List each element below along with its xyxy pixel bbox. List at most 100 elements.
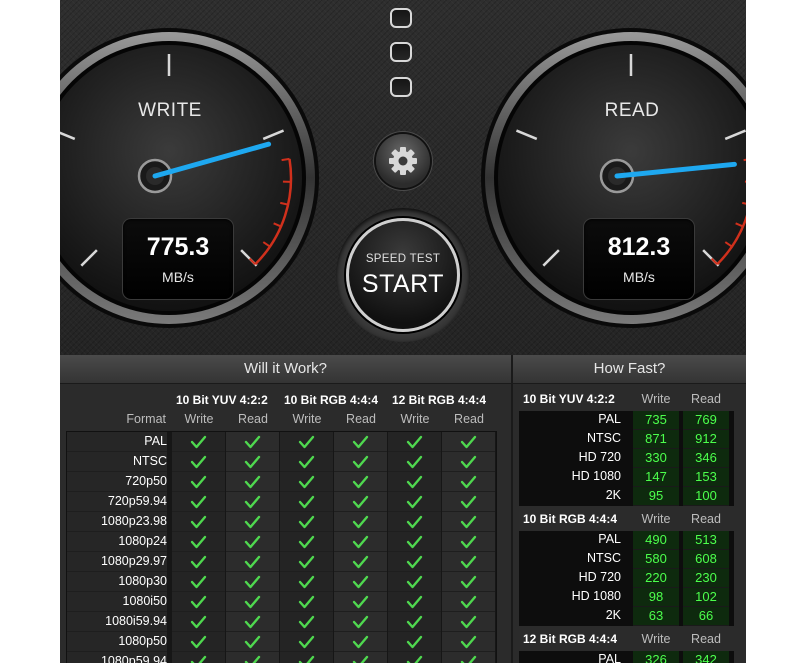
work-result-cell	[334, 492, 387, 512]
checkmark-icon	[298, 435, 315, 449]
work-result-cell	[280, 652, 333, 663]
checkmark-icon	[352, 475, 369, 489]
work-table-row: 1080i50	[67, 592, 496, 612]
work-result-cell	[442, 472, 495, 492]
will-it-work-panel: Will it Work? 10 Bit YUV 4:2:2 Write Read 1…	[60, 355, 511, 663]
work-result-cell	[442, 612, 495, 632]
work-result-cell	[280, 552, 333, 572]
work-result-cell	[442, 512, 495, 532]
checkmark-icon	[352, 535, 369, 549]
work-result-cell	[280, 512, 333, 532]
work-result-cell	[280, 472, 333, 492]
checkmark-icon	[244, 475, 261, 489]
work-result-cell	[334, 432, 387, 452]
how-fast-panel: How Fast? 10 Bit YUV 4:2:2 Write Read PAL 73…	[513, 355, 746, 663]
fast-format-label: NTSC	[586, 431, 621, 445]
work-result-cell	[280, 452, 333, 472]
work-format-label: 720p59.94	[67, 492, 167, 512]
checkmark-icon	[190, 655, 207, 663]
checkmark-icon	[406, 435, 423, 449]
work-read-column-header: Read	[454, 412, 484, 426]
checkmark-icon	[190, 555, 207, 569]
work-result-cell	[388, 472, 441, 492]
fast-write-value: 580	[633, 550, 679, 569]
checkmark-icon	[460, 615, 477, 629]
fast-write-value: 490	[633, 531, 679, 550]
fast-table-row: HD 1080 147 153	[513, 468, 746, 487]
work-result-cell	[388, 572, 441, 592]
work-result-cell	[388, 432, 441, 452]
work-group-header: 10 Bit YUV 4:2:2	[176, 393, 268, 407]
work-result-cell	[334, 512, 387, 532]
fast-table-row: PAL 735 769	[513, 411, 746, 430]
how-fast-title: How Fast?	[513, 355, 746, 384]
fast-format-label: PAL	[598, 532, 621, 546]
checkmark-icon	[298, 615, 315, 629]
checkmark-icon	[244, 555, 261, 569]
fast-format-label: 2K	[605, 608, 621, 622]
work-format-label: 1080p30	[67, 572, 167, 592]
checkmark-icon	[460, 515, 477, 529]
fast-group-header: 12 Bit RGB 4:4:4	[523, 632, 618, 646]
read-speed-unit: MB/s	[623, 269, 655, 285]
checkmark-icon	[298, 455, 315, 469]
work-result-cell	[442, 552, 495, 572]
work-result-cell	[226, 432, 279, 452]
results-area: Will it Work? 10 Bit YUV 4:2:2 Write Read 1…	[60, 355, 746, 663]
work-result-cell	[280, 632, 333, 652]
checkmark-icon	[190, 515, 207, 529]
fast-write-value: 98	[633, 588, 679, 607]
checkmark-icon	[460, 595, 477, 609]
work-table-row: 1080p23.98	[67, 512, 496, 532]
fast-read-value: 513	[683, 531, 729, 550]
status-indicator-1	[390, 8, 412, 28]
work-result-cell	[172, 452, 225, 472]
checkmark-icon	[298, 515, 315, 529]
work-table-row: 720p50	[67, 472, 496, 492]
work-format-label: NTSC	[67, 452, 167, 472]
checkmark-icon	[190, 535, 207, 549]
disk-speed-test-window: WRITE 775.3 MB/s READ 812.3 MB/s SPEED T…	[60, 0, 746, 663]
work-result-cell	[442, 432, 495, 452]
work-read-column-header: Read	[238, 412, 268, 426]
work-result-cell	[442, 452, 495, 472]
checkmark-icon	[244, 435, 261, 449]
work-table-row: 720p59.94	[67, 492, 496, 512]
fast-read-value: 153	[683, 468, 729, 487]
work-result-cell	[226, 612, 279, 632]
fast-read-column-header: Read	[691, 632, 721, 646]
read-redline-tick	[743, 158, 746, 162]
checkmark-icon	[352, 635, 369, 649]
checkmark-icon	[406, 515, 423, 529]
settings-button[interactable]	[376, 134, 430, 188]
work-write-column-header: Write	[292, 412, 322, 426]
work-result-cell	[280, 432, 333, 452]
work-result-cell	[388, 592, 441, 612]
work-result-cell	[226, 512, 279, 532]
work-result-cell	[280, 532, 333, 552]
checkmark-icon	[406, 615, 423, 629]
work-table-row: PAL	[67, 432, 496, 452]
work-result-cell	[334, 612, 387, 632]
checkmark-icon	[460, 655, 477, 663]
fast-format-label: PAL	[598, 412, 621, 426]
fast-format-label: PAL	[598, 652, 621, 663]
checkmark-icon	[190, 475, 207, 489]
fast-write-value: 735	[633, 411, 679, 430]
work-result-cell	[388, 612, 441, 632]
work-result-cell	[172, 592, 225, 612]
work-result-cell	[334, 552, 387, 572]
work-result-cell	[388, 452, 441, 472]
work-result-cell	[226, 452, 279, 472]
work-result-cell	[172, 652, 225, 663]
start-button[interactable]: SPEED TEST START	[346, 218, 460, 332]
checkmark-icon	[460, 455, 477, 469]
work-group-header: 10 Bit RGB 4:4:4	[284, 393, 379, 407]
checkmark-icon	[406, 455, 423, 469]
work-result-cell	[226, 632, 279, 652]
work-table-row: 1080p29.97	[67, 552, 496, 572]
fast-read-value: 346	[683, 449, 729, 468]
checkmark-icon	[352, 655, 369, 663]
work-result-cell	[172, 472, 225, 492]
work-format-label: 720p50	[67, 472, 167, 492]
